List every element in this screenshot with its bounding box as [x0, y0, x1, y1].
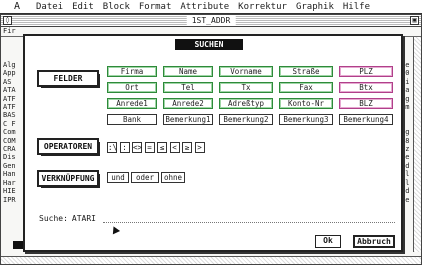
operator-button[interactable]: ≤: [157, 142, 167, 153]
ok-button[interactable]: Ok: [315, 235, 341, 248]
text-line: ATF: [3, 103, 16, 112]
text-line: CRA: [3, 145, 16, 154]
field-konto-nr[interactable]: Konto-Nr: [279, 98, 333, 109]
left-text-column: Alg App AS ATA ATF ATF BAS C F Com COM CRA Dis Gen Ha…: [3, 61, 23, 204]
field-bemerkung3[interactable]: Bemerkung3: [279, 114, 333, 125]
atari-logo-icon[interactable]: A: [14, 1, 20, 12]
window-title-bar[interactable]: ◊ 1ST_ADDR ▣: [1, 15, 421, 27]
field-adre-typ[interactable]: Adreßtyp: [219, 98, 273, 109]
operator-button[interactable]: :\: [107, 142, 117, 153]
field-stra-e[interactable]: Straße: [279, 66, 333, 77]
field-ort[interactable]: Ort: [107, 82, 157, 93]
operator-button[interactable]: ≥: [182, 142, 192, 153]
operator-button[interactable]: <: [169, 142, 180, 153]
field-anrede2[interactable]: Anrede2: [163, 98, 213, 109]
text-line: Alg: [3, 61, 16, 69]
text-line: HIE: [3, 187, 16, 196]
field-vorname[interactable]: Vorname: [219, 66, 273, 77]
menu-datei[interactable]: Datei: [36, 2, 63, 12]
operatoren-button[interactable]: OPERATOREN: [37, 138, 100, 156]
menu-bar: A Datei Edit Block Format Attribute Korr…: [0, 0, 422, 14]
vertical-scrollbar[interactable]: [413, 37, 421, 252]
text-line: Har: [3, 178, 16, 187]
text-line: COM: [3, 136, 16, 145]
menu-block[interactable]: Block: [103, 2, 130, 12]
menu-hilfe[interactable]: Hilfe: [343, 2, 370, 12]
menu-graphik[interactable]: Graphik: [296, 2, 334, 12]
field-name[interactable]: Name: [163, 66, 213, 77]
text-line: Dis: [3, 153, 16, 162]
window-title: 1ST_ADDR: [186, 15, 236, 26]
operator-button[interactable]: :: [119, 142, 130, 153]
connector-oder-button[interactable]: oder: [131, 172, 159, 183]
search-label: Suche:: [39, 214, 68, 223]
operator-button[interactable]: >: [194, 142, 205, 153]
field-firma[interactable]: Firma: [107, 66, 157, 77]
text-line: AS: [3, 77, 12, 86]
field-bank[interactable]: Bank: [107, 114, 157, 125]
menu-attribute[interactable]: Attribute: [180, 2, 229, 12]
text-line: IPR: [3, 195, 16, 204]
field-tx[interactable]: Tx: [219, 82, 273, 93]
operator-button[interactable]: <>: [132, 142, 142, 153]
field-fax[interactable]: Fax: [279, 82, 333, 93]
mouse-pointer-icon: [109, 224, 121, 235]
menu-edit[interactable]: Edit: [72, 2, 94, 12]
text-line: ATA: [3, 86, 16, 95]
text-line: ATF: [3, 94, 16, 103]
felder-button[interactable]: FELDER: [37, 70, 100, 88]
full-box-icon[interactable]: ▣: [410, 16, 419, 25]
search-input-line[interactable]: [103, 222, 395, 223]
verknuepfung-button[interactable]: VERKNÜPFUNG: [37, 170, 100, 188]
search-row: Suche: ATARI: [39, 214, 96, 223]
field-bemerkung2[interactable]: Bemerkung2: [219, 114, 273, 125]
text-line: Gen: [3, 161, 16, 170]
search-dialog: SUCHEN FELDER Firma Name Vorname Straße PLZ O…: [23, 34, 403, 252]
text-line: Han: [3, 170, 16, 179]
field-bemerkung4[interactable]: Bemerkung4: [339, 114, 393, 125]
close-box-icon[interactable]: ◊: [3, 16, 12, 25]
menu-korrektur[interactable]: Korrektur: [238, 2, 287, 12]
field-plz[interactable]: PLZ: [339, 66, 393, 77]
field-blz[interactable]: BLZ: [339, 98, 393, 109]
text-line: BAS: [3, 111, 16, 120]
field-tel[interactable]: Tel: [163, 82, 213, 93]
text-line: Com: [3, 128, 16, 137]
connector-ohne-button[interactable]: ohne: [161, 172, 185, 183]
abbruch-button[interactable]: Abbruch: [353, 235, 395, 248]
block-marker: [13, 241, 23, 249]
text-line: C F: [3, 119, 16, 128]
horizontal-scrollbar[interactable]: [1, 256, 421, 264]
search-input[interactable]: ATARI: [72, 214, 96, 223]
menu-format[interactable]: Format: [139, 2, 172, 12]
field-bemerkung1[interactable]: Bemerkung1: [163, 114, 213, 125]
field-btx[interactable]: Btx: [339, 82, 393, 93]
connector-und-button[interactable]: und: [107, 172, 129, 183]
text-line: App: [3, 69, 16, 78]
dialog-title: SUCHEN: [175, 39, 243, 50]
operator-button[interactable]: =: [144, 142, 155, 153]
field-anrede1[interactable]: Anrede1: [107, 98, 157, 109]
